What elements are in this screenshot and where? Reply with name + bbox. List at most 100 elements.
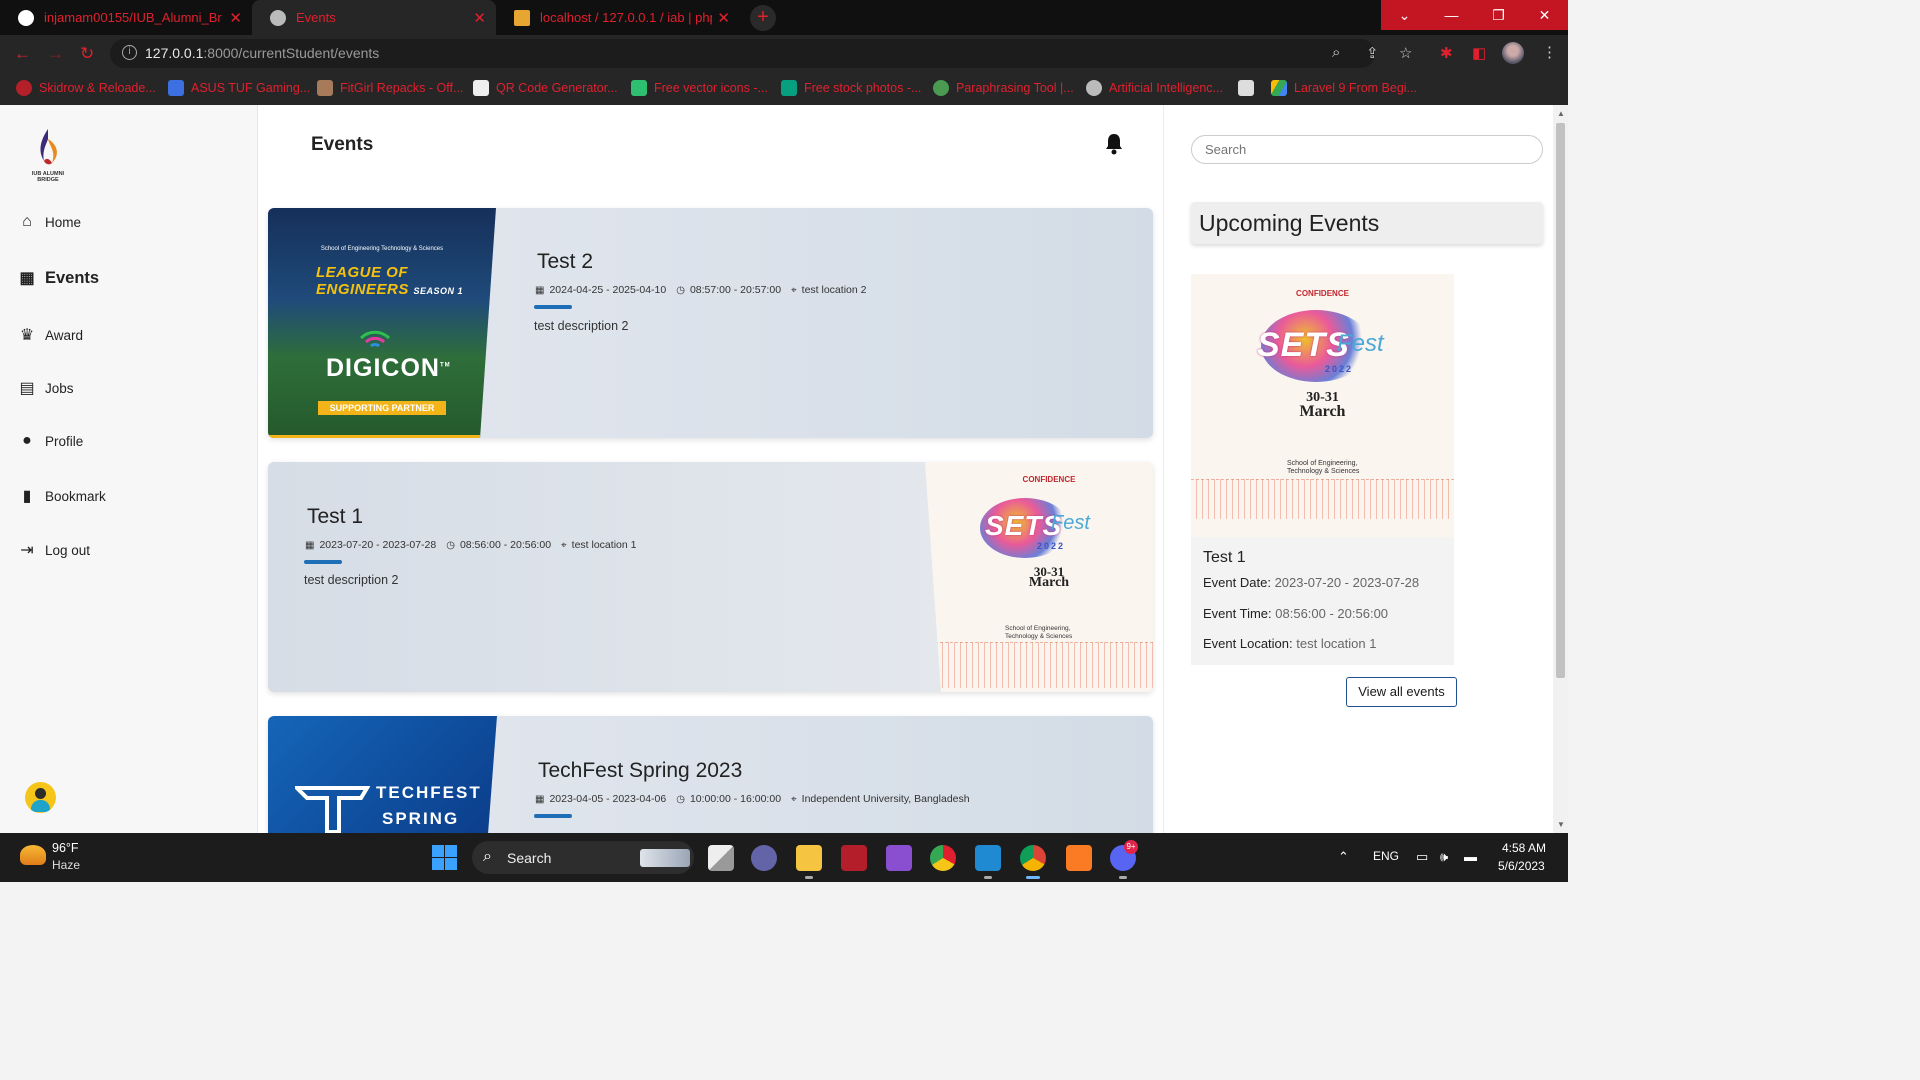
sidebar-item-jobs[interactable]: ▤ Jobs xyxy=(18,378,73,398)
bookmark-fitgirl[interactable]: FitGirl Repacks - Off... xyxy=(317,80,463,96)
minimize-button[interactable]: — xyxy=(1428,0,1475,30)
bell-icon[interactable] xyxy=(1104,133,1124,155)
vscode-icon[interactable] xyxy=(975,845,1001,879)
bookmark-qr[interactable]: QR Code Generator... xyxy=(473,80,618,96)
clock-date[interactable]: 5/6/2023 xyxy=(1498,859,1545,873)
flame-logo-icon xyxy=(40,129,57,165)
close-tab-icon[interactable]: ✕ xyxy=(473,9,486,27)
fitgirl-icon xyxy=(317,80,333,96)
event-title[interactable]: Test 2 xyxy=(537,250,593,274)
bookmark-paraphrasing[interactable]: Paraphrasing Tool |... xyxy=(933,80,1074,96)
sidebar-item-award[interactable]: ♛ Award xyxy=(18,325,83,345)
sidebar-item-label: Profile xyxy=(45,433,84,449)
event-title[interactable]: TechFest Spring 2023 xyxy=(538,759,742,783)
iub-alumni-bridge-logo[interactable]: IUB ALUMNI BRIDGE xyxy=(26,129,70,185)
event-card[interactable]: Test 1 ▦ 2023-07-20 - 2023-07-28 ◷ 08:56:0… xyxy=(268,462,1153,692)
close-tab-icon[interactable]: ✕ xyxy=(229,9,242,27)
bookmark-vector-icons[interactable]: Free vector icons -... xyxy=(631,80,768,96)
forward-icon[interactable]: → xyxy=(47,44,64,64)
taskbar-search[interactable]: ⌕ Search xyxy=(472,841,694,874)
new-tab-button[interactable]: + xyxy=(750,5,776,31)
bookmark-asus[interactable]: ASUS TUF Gaming... xyxy=(168,80,310,96)
language-indicator[interactable]: ENG xyxy=(1373,849,1399,863)
zoom-icon[interactable]: ⌕ xyxy=(1332,44,1340,61)
sidebar-item-label: Events xyxy=(45,268,100,287)
search-input[interactable] xyxy=(1191,135,1543,164)
location-pin-icon: ⌖ xyxy=(791,793,797,805)
extensions-puzzle-icon[interactable]: ◧ xyxy=(1472,44,1486,62)
start-button[interactable] xyxy=(432,845,457,870)
extension-icon[interactable]: ✱ xyxy=(1440,44,1453,62)
chrome-icon[interactable] xyxy=(1020,845,1046,879)
poster-fest: Fest xyxy=(1337,330,1384,357)
tab-search-button[interactable]: ⌄ xyxy=(1381,0,1428,30)
upcoming-event-card[interactable]: CONFIDENCE SETS Fest 2022 30-31 March Sc… xyxy=(1191,274,1454,665)
share-icon[interactable]: ⇪ xyxy=(1366,44,1379,62)
file-explorer-icon[interactable] xyxy=(796,845,822,879)
title-underline xyxy=(304,560,342,564)
task-view-icon[interactable] xyxy=(708,845,734,871)
tab-events[interactable]: Events ✕ xyxy=(252,0,496,35)
close-window-button[interactable]: ✕ xyxy=(1521,0,1568,30)
bookmark-icon: ▮ xyxy=(22,488,32,505)
windows-taskbar: 96°F Haze ⌕ Search ⌃ ENG ▭ 🕪 ▬ 4:58 AM 5… xyxy=(0,833,1568,882)
show-hidden-icons[interactable]: ⌃ xyxy=(1338,849,1349,865)
sidebar-item-home[interactable]: ⌂ Home xyxy=(18,213,81,231)
scrollbar-thumb[interactable] xyxy=(1556,123,1565,678)
reload-icon[interactable]: ↻ xyxy=(80,44,94,64)
weather-temperature[interactable]: 96°F xyxy=(52,841,79,855)
weather-description[interactable]: Haze xyxy=(52,858,80,872)
bookmark-skidrow[interactable]: Skidrow & Reloade... xyxy=(16,80,156,96)
address-bar[interactable]: i 127.0.0.1:8000/currentStudent/events ⌕… xyxy=(110,39,1379,68)
calendar-icon: ▦ xyxy=(535,793,545,805)
chrome-alt-icon[interactable] xyxy=(930,845,956,871)
back-icon[interactable]: ← xyxy=(14,44,31,64)
poster-brand: DIGICONTM xyxy=(326,354,451,382)
scroll-down-icon[interactable]: ▼ xyxy=(1557,820,1565,829)
close-tab-icon[interactable]: ✕ xyxy=(717,9,730,27)
bookmark-ai[interactable]: Artificial Intelligenc... xyxy=(1086,80,1223,96)
event-card[interactable]: School of Engineering Technology & Scien… xyxy=(268,208,1153,438)
url-text[interactable]: 127.0.0.1:8000/currentStudent/events xyxy=(145,45,379,61)
poster-school: School of Engineering Technology & Scien… xyxy=(320,246,444,252)
game-app-icon[interactable] xyxy=(841,845,867,871)
view-all-events-button[interactable]: View all events xyxy=(1346,677,1457,707)
browser-menu-icon[interactable]: ⋮ xyxy=(1542,43,1557,61)
battery-icon[interactable]: ▬ xyxy=(1464,849,1477,864)
tab-phpmyadmin[interactable]: localhost / 127.0.0.1 / iab | phpMyAdmin… xyxy=(496,0,740,35)
bookmark-star-icon[interactable]: ☆ xyxy=(1399,44,1412,62)
bookmark-laravel[interactable]: Laravel 9 From Begi... xyxy=(1271,80,1417,96)
clock-time[interactable]: 4:58 AM xyxy=(1502,841,1546,855)
clock-icon: ◷ xyxy=(446,539,455,551)
event-meta: ▦ 2023-07-20 - 2023-07-28 ◷ 08:56:00 - 20:… xyxy=(305,539,636,551)
event-title[interactable]: Test 1 xyxy=(307,505,363,529)
techfest-wordmark: TECHFEST SPRING xyxy=(376,783,482,828)
visual-studio-icon[interactable] xyxy=(886,845,912,871)
bookmark-stock-photos[interactable]: Free stock photos -... xyxy=(781,80,921,96)
volume-icon[interactable]: 🕪 xyxy=(1440,849,1448,865)
sidebar-item-events[interactable]: ▦ Events xyxy=(18,268,99,288)
teams-chat-icon[interactable] xyxy=(751,845,777,871)
sidebar-item-bookmark[interactable]: ▮ Bookmark xyxy=(18,486,106,506)
poster-trademark: TM xyxy=(439,362,451,369)
profile-avatar[interactable] xyxy=(1502,42,1524,64)
weather-haze-icon[interactable] xyxy=(20,845,46,865)
network-icon[interactable]: ▭ xyxy=(1416,849,1428,865)
url-host: 127.0.0.1 xyxy=(145,45,204,61)
page-viewport: IUB ALUMNI BRIDGE ⌂ Home ▦ Events ♛ Awar… xyxy=(0,105,1568,833)
sidebar-item-logout[interactable]: ⇥ Log out xyxy=(18,540,90,560)
bookmark-unnamed[interactable] xyxy=(1238,80,1261,96)
upcoming-event-name[interactable]: Test 1 xyxy=(1203,549,1246,567)
xampp-icon[interactable] xyxy=(1066,845,1092,871)
user-avatar[interactable] xyxy=(25,782,56,813)
asus-icon xyxy=(168,80,184,96)
site-info-icon[interactable]: i xyxy=(122,45,137,60)
maximize-button[interactable]: ❐ xyxy=(1475,0,1522,30)
page-scrollbar[interactable]: ▲ ▼ xyxy=(1553,105,1568,833)
scroll-up-icon[interactable]: ▲ xyxy=(1557,109,1565,118)
avatar-body xyxy=(31,800,50,812)
avatar-head xyxy=(35,788,46,799)
sidebar-item-profile[interactable]: ● Profile xyxy=(18,432,83,450)
tab-github[interactable]: injamam00155/IUB_Alumni_Bridge ✕ xyxy=(0,0,252,35)
event-card[interactable]: TECHFEST SPRING TechFest Spring 2023 ▦ 202… xyxy=(268,716,1153,833)
